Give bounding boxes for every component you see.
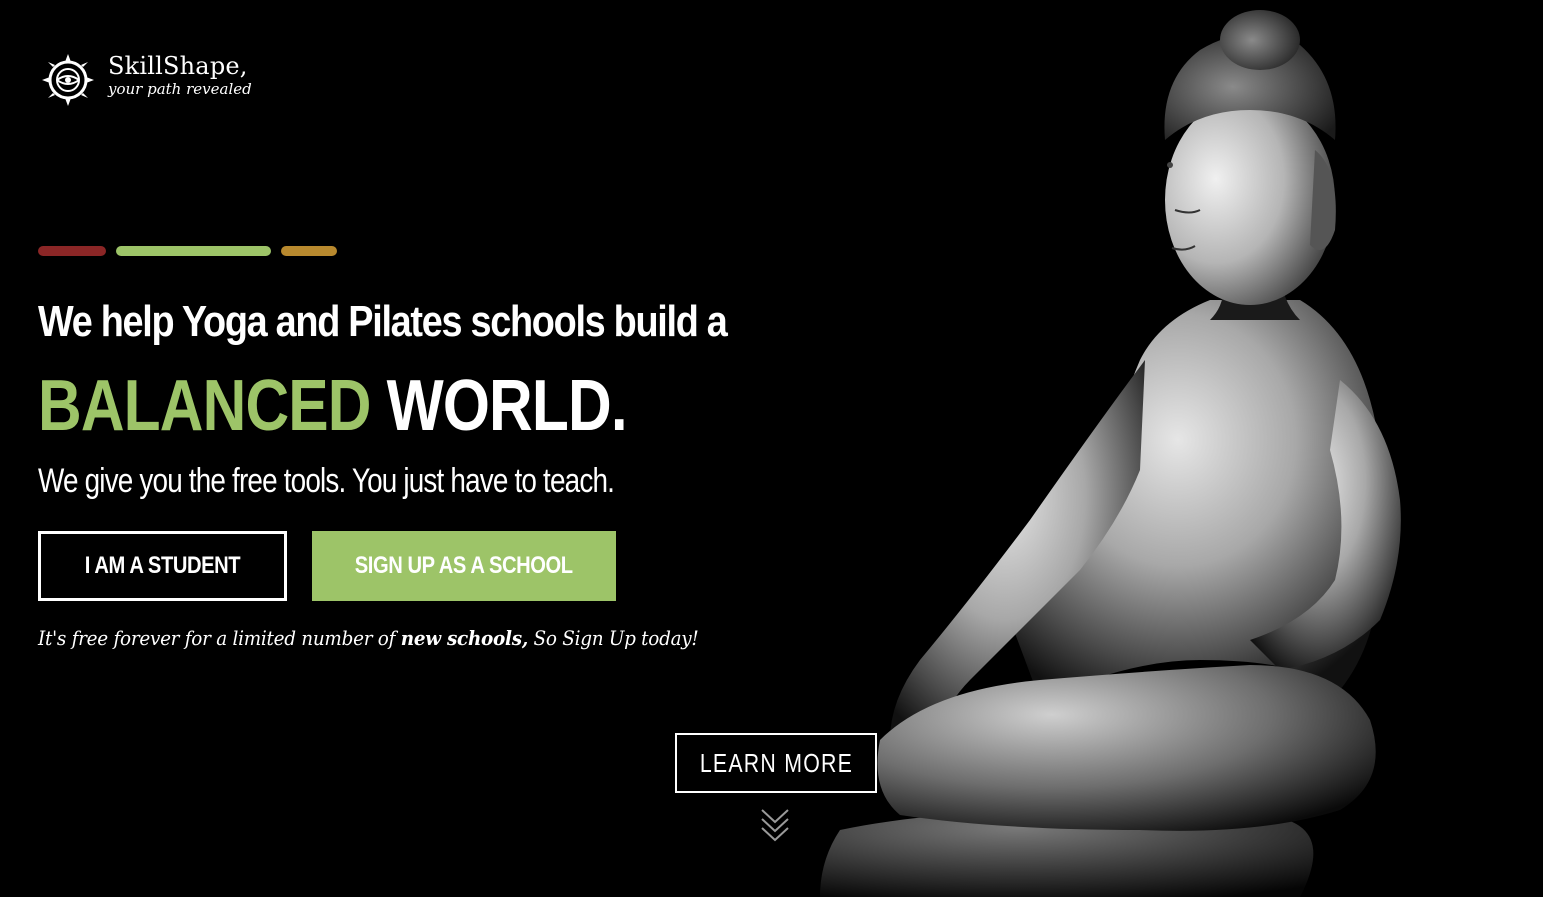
brand-name: SkillShape, [108, 52, 248, 80]
sign-up-school-button-label: SIGN UP AS A SCHOOL [355, 552, 573, 579]
note-prefix: It's free forever for a limited number o… [38, 626, 401, 650]
student-button[interactable]: I AM A STUDENT [38, 531, 287, 601]
learn-more-label: LEARN MORE [699, 747, 853, 778]
double-chevron-down-icon[interactable] [759, 806, 791, 844]
headline-bold-text: build a [613, 297, 728, 346]
headline-accent-word: BALANCED [38, 366, 371, 446]
brand-tagline: your path revealed [108, 80, 252, 98]
color-bar-green [116, 246, 271, 256]
hero-headline-line-2: BALANCED WORLD. [38, 366, 628, 446]
hero-section: SkillShape, your path revealed We help Y… [0, 0, 1543, 897]
student-button-label: I AM A STUDENT [84, 552, 241, 579]
brand-text: SkillShape, your path revealed [108, 52, 252, 98]
free-offer-note: It's free forever for a limited number o… [38, 624, 699, 652]
compass-icon [42, 54, 94, 106]
headline-plain-word: WORLD. [370, 366, 628, 446]
hero-subheadline: We give you the free tools. You just hav… [38, 462, 615, 500]
buddha-statue-image [820, 10, 1401, 897]
learn-more-button[interactable]: LEARN MORE [675, 733, 877, 793]
sign-up-school-button[interactable]: SIGN UP AS A SCHOOL [312, 531, 616, 601]
color-bar-red [38, 246, 106, 256]
color-bar-gold [281, 246, 337, 256]
headline-regular-text: We help Yoga and Pilates schools [38, 297, 614, 346]
brand-logo[interactable]: SkillShape, your path revealed [40, 52, 252, 108]
note-bold: new schools, [400, 626, 529, 650]
note-suffix: So Sign Up today! [527, 626, 699, 650]
decorative-color-bars [38, 246, 337, 256]
hero-headline-line-1: We help Yoga and Pilates schools build a [38, 296, 728, 348]
